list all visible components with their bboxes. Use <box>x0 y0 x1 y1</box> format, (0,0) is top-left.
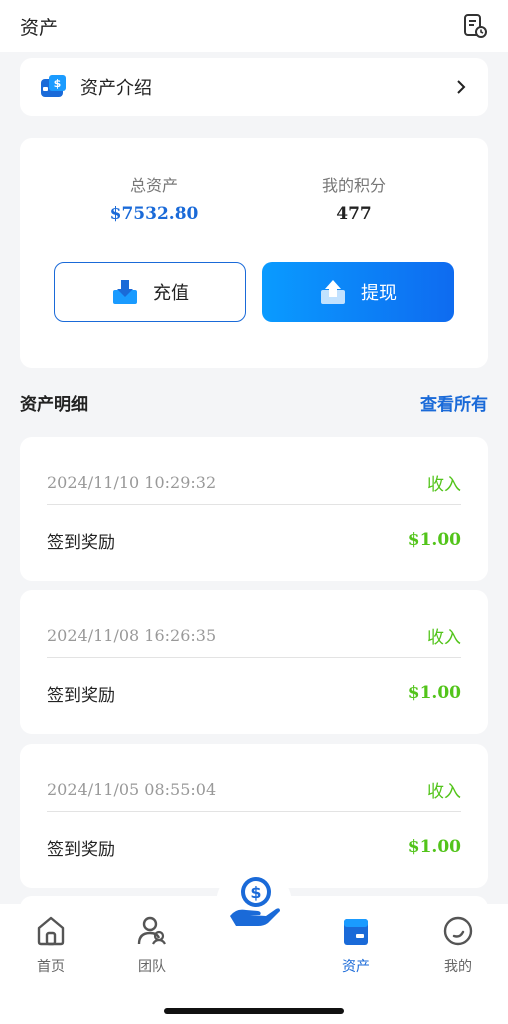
total-assets-value: $7532.80 <box>109 204 199 224</box>
tab-team-label: 团队 <box>138 959 166 975</box>
tab-mine-label: 我的 <box>444 959 472 975</box>
document-clock-icon[interactable] <box>462 13 488 39</box>
my-points-value: 477 <box>336 204 372 224</box>
download-tray-icon <box>113 280 137 304</box>
page-title: 资产 <box>20 16 59 39</box>
record-header-row: 2024/11/08 16:26:35 收入 <box>47 614 461 658</box>
home-indicator <box>164 1008 344 1014</box>
tab-home[interactable]: 首页 <box>21 914 81 976</box>
record-header-row: 2024/11/10 10:29:32 收入 <box>47 461 461 505</box>
profile-smile-icon <box>443 916 473 946</box>
asset-details-header: 资产明细 查看所有 <box>20 390 488 415</box>
record-description: 签到奖励 <box>47 685 115 706</box>
tab-assets-label: 资产 <box>342 959 370 975</box>
record-description: 签到奖励 <box>47 839 115 860</box>
total-assets: 总资产 $7532.80 <box>54 172 254 224</box>
hand-coin-icon: $ <box>230 877 280 926</box>
svg-text:$: $ <box>250 883 261 902</box>
record-date: 2024/11/10 10:29:32 <box>47 473 217 492</box>
withdraw-label: 提现 <box>361 283 397 304</box>
record-type: 收入 <box>427 475 461 495</box>
record-detail-row: 签到奖励 $1.00 <box>47 674 461 712</box>
total-assets-label: 总资产 <box>129 176 178 195</box>
recharge-label: 充值 <box>153 283 189 304</box>
tab-mine[interactable]: 我的 <box>428 914 488 976</box>
asset-details-title: 资产明细 <box>20 395 88 415</box>
upload-tray-icon <box>321 280 345 304</box>
asset-intro-row[interactable]: $ 资产介绍 <box>20 58 488 116</box>
top-header: 资产 <box>0 0 508 52</box>
record-description: 签到奖励 <box>47 532 115 553</box>
tab-team[interactable]: 团队 <box>122 914 182 976</box>
chevron-right-icon <box>457 80 466 94</box>
record-detail-row: 签到奖励 $1.00 <box>47 521 461 559</box>
asset-intro-label: 资产介绍 <box>80 78 152 99</box>
my-points-label: 我的积分 <box>321 176 386 195</box>
record-header-row: 2024/11/05 08:55:04 收入 <box>47 768 461 812</box>
tab-home-label: 首页 <box>37 959 65 975</box>
record-date: 2024/11/05 08:55:04 <box>47 780 217 799</box>
center-action-button[interactable]: $ <box>216 866 292 942</box>
record-amount: $1.00 <box>407 530 461 550</box>
svg-text:$: $ <box>54 77 62 90</box>
record-detail-row: 签到奖励 $1.00 <box>47 828 461 866</box>
record-amount: $1.00 <box>407 837 461 857</box>
home-icon <box>37 916 65 946</box>
wallet-dollar-icon: $ <box>41 75 66 97</box>
record-type: 收入 <box>427 628 461 648</box>
withdraw-button[interactable]: 提现 <box>262 262 454 322</box>
my-points: 我的积分 477 <box>254 172 454 224</box>
tab-assets[interactable]: 资产 <box>326 914 386 976</box>
assets-summary-card: 总资产 $7532.80 我的积分 477 充值 提现 <box>20 138 488 368</box>
transaction-record[interactable]: 2024/11/08 16:26:35 收入 签到奖励 $1.00 <box>20 590 488 734</box>
record-date: 2024/11/08 16:26:35 <box>47 626 217 645</box>
record-type: 收入 <box>427 782 461 802</box>
team-icon <box>137 916 166 945</box>
record-amount: $1.00 <box>407 683 461 703</box>
view-all-link[interactable]: 查看所有 <box>420 390 488 415</box>
transaction-record[interactable]: 2024/11/10 10:29:32 收入 签到奖励 $1.00 <box>20 437 488 581</box>
recharge-button[interactable]: 充值 <box>54 262 246 322</box>
wallet-icon <box>344 919 368 945</box>
